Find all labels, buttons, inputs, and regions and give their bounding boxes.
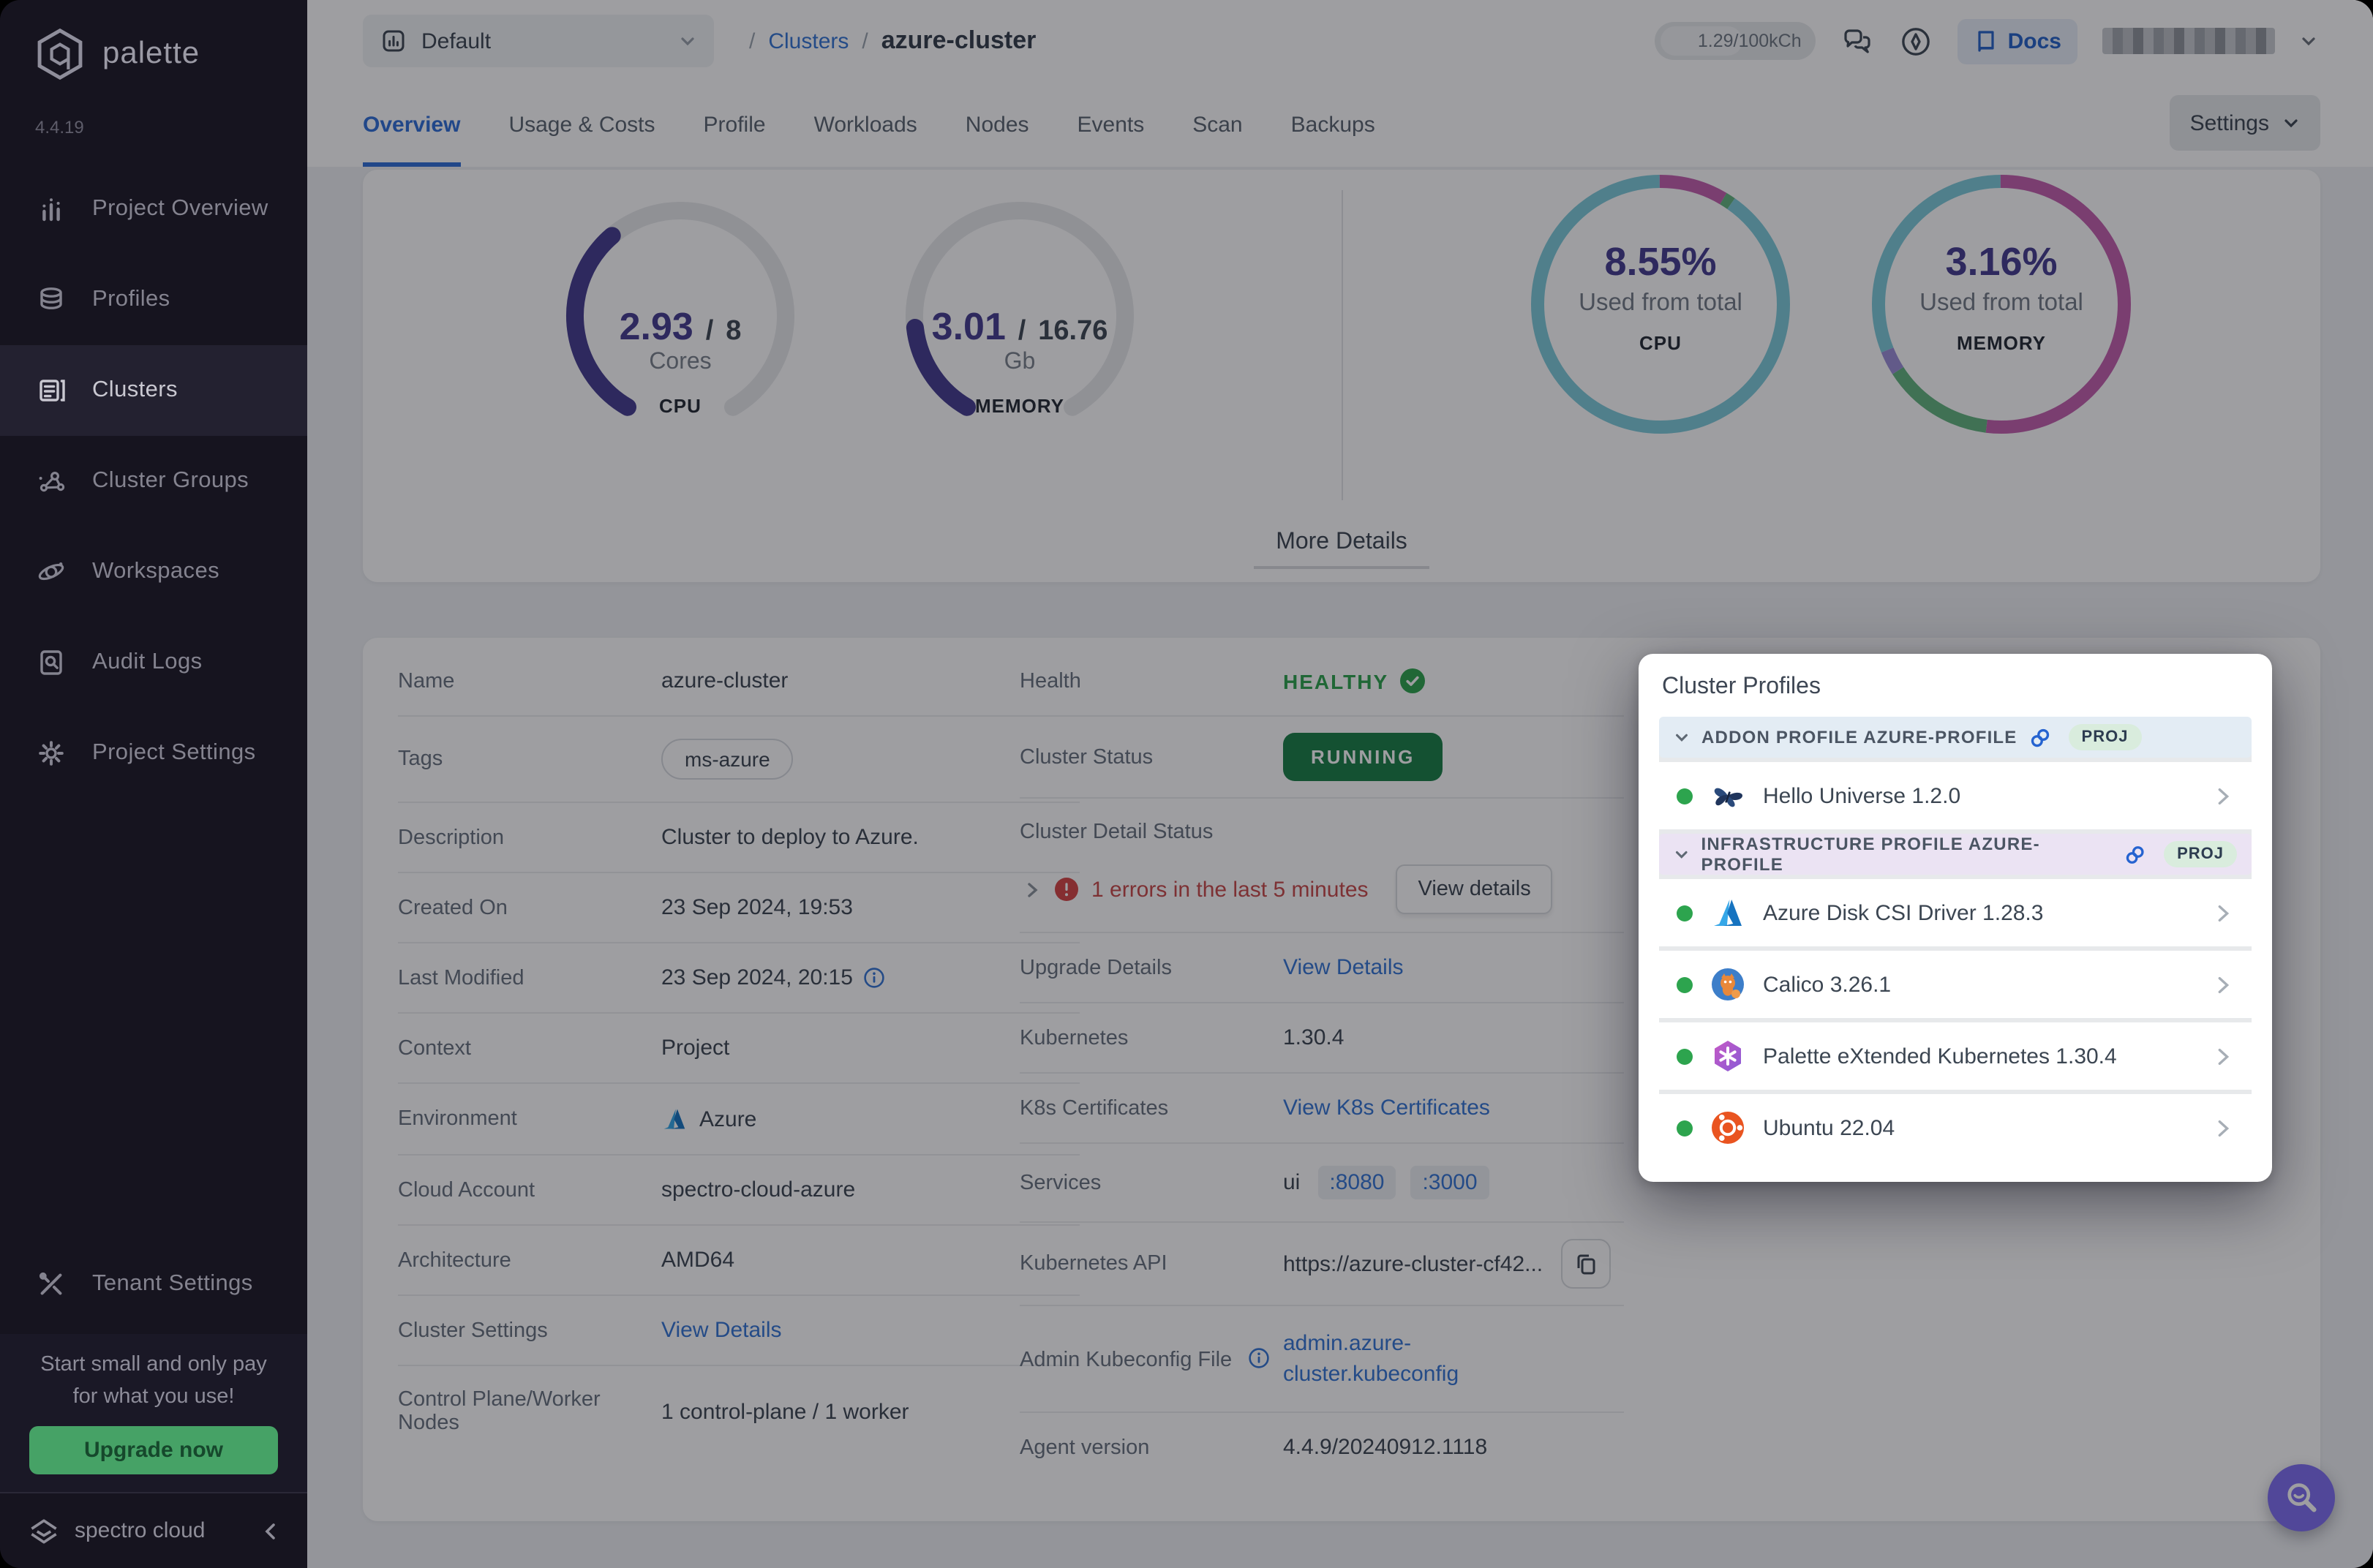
sidebar-item-label: Clusters (92, 377, 178, 404)
status-dot-icon (1677, 788, 1693, 804)
status-dot-icon (1677, 905, 1693, 921)
panel-title: Cluster Profiles (1662, 674, 2252, 701)
promo-text-line1: Start small and only pay (0, 1334, 307, 1381)
chevron-down-icon (1674, 846, 1690, 862)
chevron-right-icon (2212, 1045, 2234, 1067)
doc-search-icon (35, 647, 67, 679)
profile-item-hello-universe[interactable]: Hello Universe 1.2.0 (1659, 762, 2252, 829)
sidebar-nav: Project Overview Profiles (0, 164, 307, 799)
collapse-sidebar-icon[interactable] (260, 1520, 281, 1541)
status-dot-icon (1677, 1120, 1693, 1136)
sidebar-item-cluster-groups[interactable]: Cluster Groups (0, 436, 307, 527)
sidebar-item-project-settings[interactable]: Project Settings (0, 708, 307, 799)
link-icon (2029, 726, 2051, 748)
profile-item-ubuntu[interactable]: Ubuntu 22.04 (1659, 1094, 2252, 1161)
palette-logo-icon (32, 26, 88, 82)
sidebar-item-label: Cluster Groups (92, 468, 249, 494)
chevron-right-icon (2212, 1117, 2234, 1139)
gear-icon (35, 737, 67, 769)
ubuntu-logo-icon (1709, 1109, 1747, 1147)
bar-chart-icon (35, 193, 67, 225)
sidebar-item-project-overview[interactable]: Project Overview (0, 164, 307, 255)
profile-item-calico[interactable]: Calico 3.26.1 (1659, 951, 2252, 1018)
brand-name: palette (102, 37, 200, 72)
palette-kubernetes-logo-icon (1709, 1037, 1747, 1075)
infrastructure-profile-header[interactable]: INFRASTRUCTURE PROFILE AZURE-PROFILE PRO… (1659, 834, 2252, 875)
orbit-icon (35, 556, 67, 588)
upgrade-now-button[interactable]: Upgrade now (29, 1426, 278, 1474)
chevron-right-icon (2212, 973, 2234, 995)
profile-item-pxk[interactable]: Palette eXtended Kubernetes 1.30.4 (1659, 1022, 2252, 1090)
chevron-right-icon (2212, 902, 2234, 924)
profile-item-azure-disk[interactable]: Azure Disk CSI Driver 1.28.3 (1659, 879, 2252, 946)
profiles-list: ADDON PROFILE AZURE-PROFILE PROJ (1659, 717, 2252, 1161)
spectro-cloud-logo-icon (26, 1513, 61, 1548)
chevron-right-icon (2212, 785, 2234, 807)
sidebar-footer: spectro cloud (0, 1492, 307, 1568)
layers-icon (35, 284, 67, 316)
addon-profile-header[interactable]: ADDON PROFILE AZURE-PROFILE PROJ (1659, 717, 2252, 758)
upgrade-promo: Start small and only pay for what you us… (0, 1334, 307, 1492)
hello-universe-logo-icon (1709, 777, 1747, 815)
footer-brand-text: spectro cloud (75, 1518, 205, 1543)
sidebar-item-workspaces[interactable]: Workspaces (0, 527, 307, 617)
sidebar-item-label: Project Settings (92, 740, 256, 766)
nodes-icon (35, 465, 67, 497)
brand: palette (0, 0, 307, 82)
sidebar-item-label: Profiles (92, 287, 170, 313)
tools-icon (35, 1268, 67, 1300)
clusters-icon (35, 374, 67, 407)
sidebar-item-label: Workspaces (92, 559, 219, 585)
calico-logo-icon (1709, 965, 1747, 1003)
sidebar-item-label: Project Overview (92, 196, 268, 222)
sidebar-item-label: Audit Logs (92, 649, 203, 676)
sidebar: palette 4.4.19 Project Overview (0, 0, 307, 1568)
scope-badge: PROJ (2069, 724, 2142, 750)
link-icon (2125, 843, 2146, 865)
sidebar-item-audit-logs[interactable]: Audit Logs (0, 617, 307, 708)
sidebar-item-clusters[interactable]: Clusters (0, 345, 307, 436)
chevron-down-icon (1674, 729, 1690, 745)
app-version: 4.4.19 (35, 117, 84, 137)
app-window: palette 4.4.19 Project Overview (0, 0, 2373, 1568)
status-dot-icon (1677, 1048, 1693, 1064)
sidebar-item-profiles[interactable]: Profiles (0, 255, 307, 345)
sidebar-item-label: Tenant Settings (92, 1271, 253, 1297)
sidebar-item-tenant-settings[interactable]: Tenant Settings (0, 1248, 307, 1321)
main-area: Default / Clusters / azure-cluster 1.29/… (307, 0, 2373, 1568)
scope-badge: PROJ (2164, 841, 2237, 867)
azure-logo-icon (1709, 894, 1747, 932)
cluster-profiles-panel: Cluster Profiles ADDON PROFILE AZURE-PRO… (1639, 654, 2272, 1182)
status-dot-icon (1677, 976, 1693, 992)
promo-text-line2: for what you use! (0, 1381, 307, 1413)
